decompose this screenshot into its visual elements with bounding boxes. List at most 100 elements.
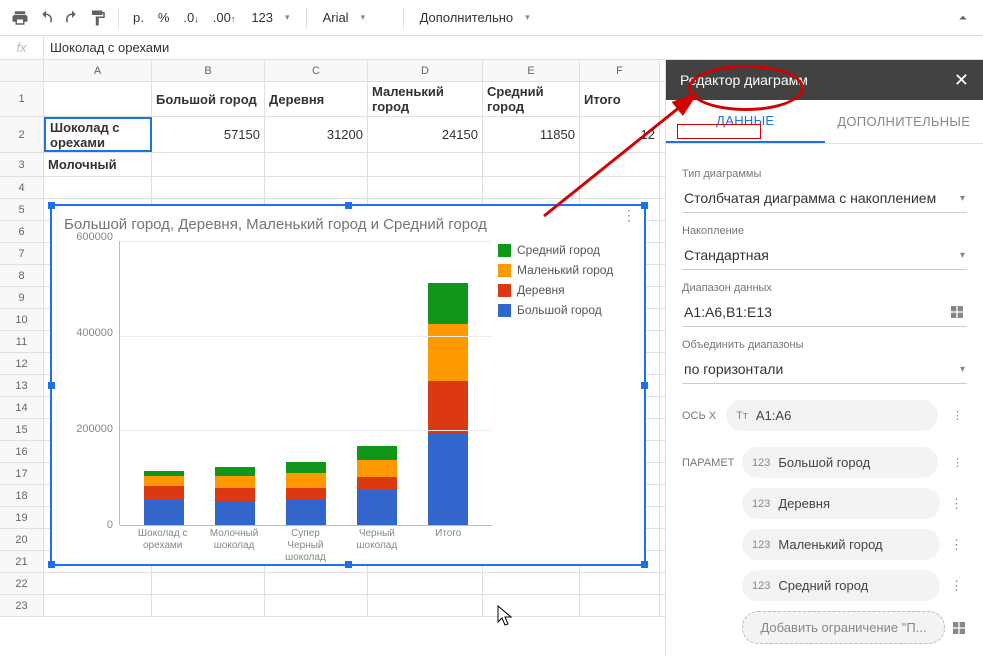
col-header[interactable]: B xyxy=(152,60,265,81)
row-header[interactable]: 2 xyxy=(0,117,44,152)
row-header[interactable]: 14 xyxy=(0,397,44,418)
undo-icon[interactable] xyxy=(34,6,58,30)
col-header[interactable]: D xyxy=(368,60,483,81)
row-header[interactable]: 10 xyxy=(0,309,44,330)
print-icon[interactable] xyxy=(8,6,32,30)
tab-customize[interactable]: ДОПОЛНИТЕЛЬНЫЕ xyxy=(825,100,983,143)
cell[interactable] xyxy=(152,153,265,176)
row-header[interactable]: 7 xyxy=(0,243,44,264)
cell-selected[interactable]: Шоколад с орехами xyxy=(44,117,152,152)
data-range-input[interactable]: A1:A6,B1:E13 xyxy=(682,298,967,327)
redo-icon[interactable] xyxy=(60,6,84,30)
row-header[interactable]: 18 xyxy=(0,485,44,506)
cell[interactable] xyxy=(265,153,368,176)
grid-select-icon[interactable] xyxy=(949,304,965,320)
cell[interactable] xyxy=(152,177,265,198)
cell[interactable]: Средний город xyxy=(483,82,580,116)
cell[interactable] xyxy=(44,595,152,616)
increase-decimal[interactable]: .00↑ xyxy=(207,10,242,25)
series-more-icon[interactable]: ⋮ xyxy=(946,496,967,512)
cell[interactable] xyxy=(44,573,152,594)
cell[interactable]: Маленький город xyxy=(368,82,483,116)
chart-type-select[interactable]: Столбчатая диаграмма с накоплением▾ xyxy=(682,184,967,213)
currency-format[interactable]: p. xyxy=(127,10,150,25)
close-icon[interactable]: ✕ xyxy=(954,70,969,91)
cell[interactable] xyxy=(580,595,660,616)
percent-format[interactable]: % xyxy=(152,10,176,25)
cell[interactable]: 12 xyxy=(580,117,660,152)
formula-input[interactable]: Шоколад с орехами xyxy=(44,40,983,55)
col-header[interactable]: A xyxy=(44,60,152,81)
cell[interactable] xyxy=(368,595,483,616)
cell[interactable] xyxy=(483,595,580,616)
spreadsheet[interactable]: A B C D E F 1 Большой город Деревня Мале… xyxy=(0,60,665,656)
cell[interactable] xyxy=(368,177,483,198)
row-header[interactable]: 17 xyxy=(0,463,44,484)
cell[interactable] xyxy=(580,177,660,198)
xaxis-more-icon[interactable]: ⋮ xyxy=(948,409,967,422)
cell[interactable] xyxy=(483,573,580,594)
cell[interactable] xyxy=(265,595,368,616)
cell[interactable] xyxy=(368,573,483,594)
paint-format-icon[interactable] xyxy=(86,6,110,30)
row-header[interactable]: 22 xyxy=(0,573,44,594)
add-series-chip[interactable]: Добавить ограничение "П... xyxy=(742,611,945,644)
grid-select-icon[interactable] xyxy=(951,620,967,636)
series-more-icon[interactable]: ⋮ xyxy=(946,578,967,594)
row-header[interactable]: 23 xyxy=(0,595,44,616)
series-chip[interactable]: 123Средний город xyxy=(742,570,940,601)
row-header[interactable]: 21 xyxy=(0,551,44,572)
row-header[interactable]: 16 xyxy=(0,441,44,462)
cell[interactable]: 57150 xyxy=(152,117,265,152)
cell[interactable]: Деревня xyxy=(265,82,368,116)
stacking-select[interactable]: Стандартная▾ xyxy=(682,241,967,270)
decrease-decimal[interactable]: .0↓ xyxy=(177,10,204,25)
row-header[interactable]: 6 xyxy=(0,221,44,242)
col-header[interactable]: E xyxy=(483,60,580,81)
cell[interactable] xyxy=(580,153,660,176)
cell[interactable]: Большой город xyxy=(152,82,265,116)
row-header[interactable]: 19 xyxy=(0,507,44,528)
row-header[interactable]: 9 xyxy=(0,287,44,308)
series-chip[interactable]: 123Маленький город xyxy=(742,529,940,560)
row-header[interactable]: 5 xyxy=(0,199,44,220)
chart-object[interactable]: ⋮ Большой город, Деревня, Маленький горо… xyxy=(50,204,646,566)
cell[interactable] xyxy=(265,177,368,198)
cell[interactable]: Молочный xyxy=(44,153,152,176)
series-chip[interactable]: 123Большой город xyxy=(742,447,938,478)
cell[interactable] xyxy=(483,177,580,198)
row-header[interactable]: 8 xyxy=(0,265,44,286)
cell[interactable] xyxy=(368,153,483,176)
cell[interactable]: 31200 xyxy=(265,117,368,152)
col-header[interactable]: C xyxy=(265,60,368,81)
cell[interactable] xyxy=(44,82,152,116)
cell[interactable] xyxy=(44,177,152,198)
cell[interactable] xyxy=(580,573,660,594)
cell[interactable]: 11850 xyxy=(483,117,580,152)
row-header[interactable]: 13 xyxy=(0,375,44,396)
series-more-icon[interactable]: ⋮ xyxy=(946,537,967,553)
row-header[interactable]: 1 xyxy=(0,82,44,116)
row-header[interactable]: 20 xyxy=(0,529,44,550)
select-all-corner[interactable] xyxy=(0,60,44,81)
more-dropdown[interactable]: Дополнительно▾ xyxy=(412,10,538,25)
row-header[interactable]: 11 xyxy=(0,331,44,352)
series-chip[interactable]: 123Деревня xyxy=(742,488,940,519)
font-dropdown[interactable]: Arial▾ xyxy=(315,10,395,25)
cell[interactable] xyxy=(152,595,265,616)
collapse-toolbar-icon[interactable] xyxy=(951,6,975,30)
cell[interactable] xyxy=(483,153,580,176)
xaxis-chip[interactable]: TтA1:A6 xyxy=(726,400,938,431)
tab-data[interactable]: ДАННЫЕ xyxy=(666,100,825,143)
cell[interactable]: 24150 xyxy=(368,117,483,152)
row-header[interactable]: 4 xyxy=(0,177,44,198)
row-header[interactable]: 15 xyxy=(0,419,44,440)
row-header[interactable]: 12 xyxy=(0,353,44,374)
cell[interactable]: Итого xyxy=(580,82,660,116)
col-header[interactable]: F xyxy=(580,60,660,81)
combine-ranges-select[interactable]: по горизонтали▾ xyxy=(682,355,967,384)
row-header[interactable]: 3 xyxy=(0,153,44,176)
number-format-dropdown[interactable]: 123▾ xyxy=(243,10,297,25)
cell[interactable] xyxy=(265,573,368,594)
series-more-icon[interactable]: ⋮ xyxy=(948,456,967,469)
